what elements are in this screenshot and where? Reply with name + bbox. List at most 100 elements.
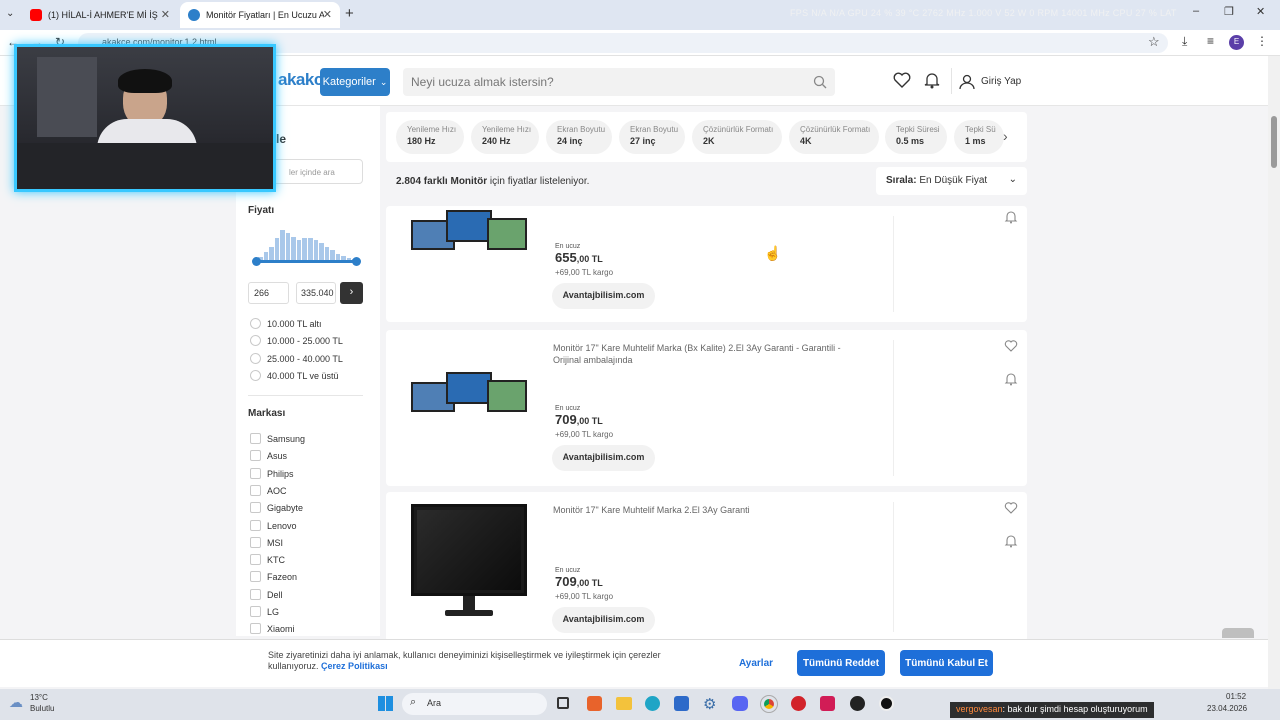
brand-checkbox[interactable]: [250, 588, 261, 600]
price-range-radio[interactable]: [250, 335, 261, 347]
favorite-heart-icon[interactable]: [1004, 339, 1018, 353]
brand-label[interactable]: Fazeon: [267, 572, 297, 582]
price-range-label[interactable]: 25.000 - 40.000 TL: [267, 354, 343, 364]
brand-checkbox[interactable]: [250, 467, 261, 479]
brand-checkbox[interactable]: [250, 519, 261, 531]
app-icon[interactable]: [879, 696, 894, 711]
clock-time[interactable]: 01:52: [1226, 692, 1246, 701]
profile-avatar[interactable]: E: [1229, 35, 1244, 50]
download-icon[interactable]: ⤓: [1182, 34, 1187, 49]
brand-label[interactable]: Asus: [267, 451, 287, 461]
price-slider-max-handle[interactable]: [352, 257, 361, 266]
browser-menu-icon[interactable]: ⋮: [1256, 34, 1268, 48]
reject-all-button[interactable]: Tümünü Reddet: [797, 650, 885, 676]
brand-checkbox[interactable]: [250, 571, 261, 583]
app-icon[interactable]: [820, 696, 835, 711]
scrollbar-thumb[interactable]: [1271, 116, 1277, 168]
task-view-icon[interactable]: [557, 697, 569, 709]
maximize-button[interactable]: ❐: [1224, 5, 1234, 18]
brand-checkbox[interactable]: [250, 450, 261, 462]
price-alert-bell-icon[interactable]: [1004, 534, 1018, 548]
brand-label[interactable]: MSI: [267, 538, 283, 548]
brand-checkbox[interactable]: [250, 606, 261, 617]
categories-button[interactable]: Kategoriler ⌄: [320, 68, 390, 96]
discord-icon[interactable]: [732, 696, 748, 711]
brand-label[interactable]: Xiaomi: [267, 624, 295, 634]
price-min-input[interactable]: 266: [248, 282, 289, 304]
brand-checkbox[interactable]: [250, 554, 261, 566]
filter-chip[interactable]: Çözünürlük Formatı 2K: [692, 120, 782, 154]
product-title[interactable]: Monitör 17" Kare Muhtelif Marka 2.El 3Ay…: [553, 504, 863, 516]
favorite-heart-icon[interactable]: [1004, 501, 1018, 515]
bookmark-star-icon[interactable]: ☆: [1148, 34, 1160, 50]
price-range-label[interactable]: 40.000 TL ve üstü: [267, 371, 339, 381]
tab-akakce[interactable]: Monitör Fiyatları | En Ucuzu Ak ✕: [180, 2, 340, 28]
price-range-label[interactable]: 10.000 TL altı: [267, 319, 322, 329]
store-icon[interactable]: [674, 696, 689, 711]
app-icon[interactable]: [791, 696, 806, 711]
price-max-input[interactable]: 335.040: [296, 282, 336, 304]
media-control-icon[interactable]: ≡: [1207, 34, 1214, 48]
sort-dropdown[interactable]: Sırala: En Düşük Fiyat ⌄: [876, 167, 1027, 195]
settings-gear-icon[interactable]: ⚙: [703, 695, 716, 713]
filter-chip[interactable]: Tepki Sü 1 ms: [954, 120, 1004, 154]
brand-checkbox[interactable]: [250, 536, 261, 548]
tab-list-icon[interactable]: ⌄: [6, 8, 14, 19]
cookie-policy-link[interactable]: Çerez Politikası: [321, 661, 388, 671]
chrome-icon[interactable]: [760, 695, 778, 713]
notification-bell-icon[interactable]: [924, 71, 940, 89]
file-explorer-icon[interactable]: [616, 697, 632, 710]
page-scrollbar[interactable]: [1268, 56, 1280, 689]
price-range-radio[interactable]: [250, 352, 261, 364]
login-button[interactable]: Giriş Yap: [951, 68, 1031, 94]
clock-date[interactable]: 23.04.2026: [1207, 704, 1247, 713]
price-range-radio[interactable]: [250, 318, 261, 329]
price-alert-bell-icon[interactable]: [1004, 372, 1018, 386]
close-icon[interactable]: ✕: [323, 8, 332, 21]
brand-checkbox[interactable]: [250, 623, 261, 635]
favorites-heart-icon[interactable]: [893, 72, 911, 88]
filter-chip[interactable]: Yenileme Hızı 240 Hz: [471, 120, 539, 154]
tab-youtube[interactable]: (1) HİLAL-İ AHMER'E Mİ İŞ YAPI ✕: [22, 2, 178, 28]
price-range-radio[interactable]: [250, 369, 261, 381]
minimize-button[interactable]: –: [1193, 5, 1199, 17]
filter-chip[interactable]: Ekran Boyutu 27 inç: [619, 120, 685, 154]
edge-icon[interactable]: [645, 696, 660, 711]
close-icon[interactable]: ✕: [161, 8, 170, 21]
brand-label[interactable]: Philips: [267, 469, 294, 479]
taskbar-search[interactable]: ⌕ Ara: [402, 693, 547, 715]
brand-checkbox[interactable]: [250, 433, 261, 444]
new-tab-button[interactable]: +: [345, 5, 354, 22]
filter-chip[interactable]: Ekran Boyutu 24 inç: [546, 120, 612, 154]
price-range-label[interactable]: 10.000 - 25.000 TL: [267, 336, 343, 346]
brand-label[interactable]: KTC: [267, 555, 285, 565]
scroll-top-button[interactable]: [1222, 628, 1254, 638]
brand-label[interactable]: Dell: [267, 590, 283, 600]
filter-chip[interactable]: Yenileme Hızı 180 Hz: [396, 120, 464, 154]
cookie-settings-button[interactable]: Ayarlar: [732, 650, 780, 676]
shop-button[interactable]: Avantajbilisim.com: [552, 283, 655, 309]
brand-label[interactable]: AOC: [267, 486, 287, 496]
brand-label[interactable]: Gigabyte: [267, 503, 303, 513]
price-alert-bell-icon[interactable]: [1004, 210, 1018, 224]
price-apply-button[interactable]: ›: [340, 282, 363, 304]
app-icon[interactable]: [850, 696, 865, 711]
accept-all-button[interactable]: Tümünü Kabul Et: [900, 650, 993, 676]
product-card[interactable]: En ucuz 655,00 TL +69,00 TL kargo Avanta…: [386, 206, 1027, 322]
close-window-button[interactable]: ✕: [1256, 5, 1265, 18]
start-windows-icon[interactable]: [378, 696, 393, 711]
chevron-right-icon[interactable]: ›: [1003, 128, 1008, 144]
shop-button[interactable]: Avantajbilisim.com: [552, 607, 655, 633]
search-icon[interactable]: [813, 75, 827, 89]
weather-cloud-icon[interactable]: ☁: [9, 694, 23, 711]
brand-checkbox[interactable]: [250, 484, 261, 496]
brand-checkbox[interactable]: [250, 502, 261, 514]
brand-label[interactable]: Samsung: [267, 434, 305, 444]
brand-label[interactable]: LG: [267, 607, 279, 617]
product-title[interactable]: Monitör 17" Kare Muhtelif Marka (Bx Kali…: [553, 342, 863, 366]
filter-chip[interactable]: Tepki Süresi 0.5 ms: [885, 120, 947, 154]
search-input[interactable]: Neyi ucuza almak istersin?: [403, 68, 835, 96]
price-slider-min-handle[interactable]: [252, 257, 261, 266]
product-card[interactable]: Monitör 17" Kare Muhtelif Marka 2.El 3Ay…: [386, 492, 1027, 642]
app-icon[interactable]: [587, 696, 602, 711]
